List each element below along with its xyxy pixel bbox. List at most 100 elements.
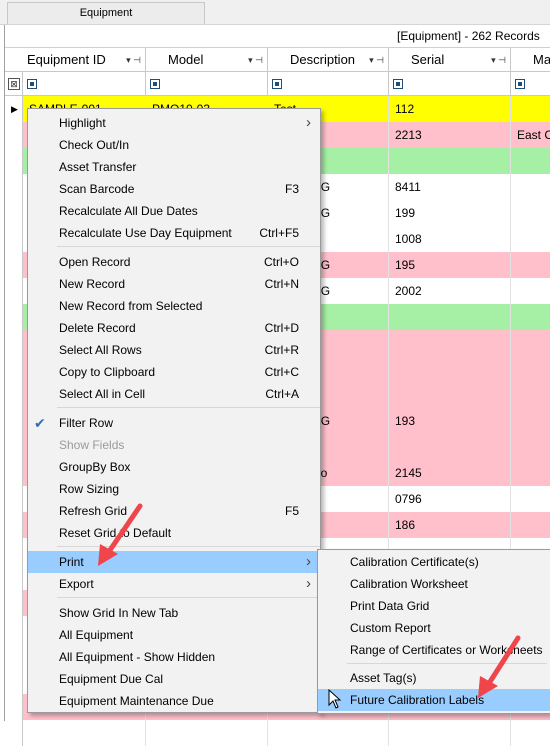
menu-item-check-out-in[interactable]: Check Out/In: [28, 134, 320, 156]
row-selector[interactable]: [5, 252, 23, 278]
row-selector[interactable]: [5, 200, 23, 226]
filter-cell[interactable]: [389, 72, 511, 96]
filter-icon[interactable]: [272, 79, 282, 89]
table-cell-manu[interactable]: [511, 460, 550, 486]
column-header-description[interactable]: Description ▾ ⊣: [268, 48, 389, 72]
table-cell-model[interactable]: [146, 720, 268, 746]
row-selector[interactable]: [5, 148, 23, 174]
menu-item-select-all-in-cell[interactable]: Select All in Cell Ctrl+A: [28, 383, 320, 405]
menu-item-export[interactable]: Export ›: [28, 573, 320, 595]
menu-item-all-equipment-show-hidden[interactable]: All Equipment - Show Hidden: [28, 646, 320, 668]
table-cell-manu[interactable]: [511, 200, 550, 226]
row-selector[interactable]: [5, 538, 23, 564]
row-selector[interactable]: [5, 460, 23, 486]
filter-cell[interactable]: [146, 72, 268, 96]
table-cell-serial[interactable]: [389, 356, 511, 382]
table-cell-serial[interactable]: 0796: [389, 486, 511, 512]
table-cell-manu[interactable]: [511, 330, 550, 356]
menu-item-groupby-box[interactable]: GroupBy Box: [28, 456, 320, 478]
row-selector[interactable]: [5, 642, 23, 668]
filter-icon[interactable]: [393, 79, 403, 89]
row-selector[interactable]: [5, 122, 23, 148]
row-selector[interactable]: [5, 512, 23, 538]
table-cell-manu[interactable]: East C: [511, 122, 550, 148]
table-cell-serial[interactable]: 186: [389, 512, 511, 538]
menu-item-filter-row[interactable]: ✔ Filter Row: [28, 412, 320, 434]
column-header-serial[interactable]: Serial ▾ ⊣: [389, 48, 511, 72]
pin-icon[interactable]: ▾ ⊣: [248, 48, 263, 72]
filter-icon[interactable]: [150, 79, 160, 89]
table-cell-serial[interactable]: 195: [389, 252, 511, 278]
row-selector[interactable]: [5, 382, 23, 408]
filter-icon[interactable]: [27, 79, 37, 89]
table-cell-manu[interactable]: [511, 304, 550, 330]
clear-filter-icon[interactable]: ⊠: [8, 78, 20, 90]
menu-item-reset-grid-to-default[interactable]: Reset Grid to Default: [28, 522, 320, 544]
row-selector[interactable]: [5, 356, 23, 382]
menu-item-new-record[interactable]: New Record Ctrl+N: [28, 273, 320, 295]
table-cell-serial[interactable]: [389, 304, 511, 330]
row-selector[interactable]: [5, 304, 23, 330]
table-cell-manu[interactable]: [511, 720, 550, 746]
table-cell-manu[interactable]: [511, 148, 550, 174]
row-selector[interactable]: [5, 590, 23, 616]
pin-icon[interactable]: ▾ ⊣: [491, 48, 506, 72]
table-cell-serial[interactable]: 199: [389, 200, 511, 226]
row-selector[interactable]: [5, 174, 23, 200]
table-cell-manu[interactable]: [511, 174, 550, 200]
table-cell-serial[interactable]: 193: [389, 408, 511, 434]
table-cell-manu[interactable]: [511, 408, 550, 434]
submenu-item-calibration-certificate-s[interactable]: Calibration Certificate(s): [318, 551, 550, 573]
pin-icon[interactable]: ▾ ⊣: [369, 48, 384, 72]
row-selector[interactable]: ▶: [5, 96, 23, 122]
filter-icon[interactable]: [515, 79, 525, 89]
row-selector[interactable]: [5, 668, 23, 694]
menu-item-scan-barcode[interactable]: Scan Barcode F3: [28, 178, 320, 200]
row-selector[interactable]: [5, 278, 23, 304]
table-cell-serial[interactable]: 2002: [389, 278, 511, 304]
table-cell-manu[interactable]: [511, 226, 550, 252]
column-header-equipment-id[interactable]: Equipment ID ▾ ⊣: [5, 48, 146, 72]
tab-equipment[interactable]: Equipment: [7, 2, 205, 24]
table-cell-serial[interactable]: 2145: [389, 460, 511, 486]
table-cell-serial[interactable]: 2213: [389, 122, 511, 148]
row-selector[interactable]: [5, 486, 23, 512]
menu-item-delete-record[interactable]: Delete Record Ctrl+D: [28, 317, 320, 339]
filter-cell[interactable]: [23, 72, 146, 96]
menu-item-highlight[interactable]: Highlight ›: [28, 112, 320, 134]
menu-item-copy-to-clipboard[interactable]: Copy to Clipboard Ctrl+C: [28, 361, 320, 383]
column-header-manufacturer[interactable]: Manu: [511, 48, 550, 72]
table-cell-manu[interactable]: [511, 356, 550, 382]
table-cell-serial[interactable]: [389, 330, 511, 356]
table-cell-serial[interactable]: [389, 148, 511, 174]
table-cell-manu[interactable]: [511, 382, 550, 408]
table-cell-manu[interactable]: [511, 434, 550, 460]
row-selector[interactable]: [5, 434, 23, 460]
menu-item-all-equipment[interactable]: All Equipment: [28, 624, 320, 646]
table-cell-serial[interactable]: [389, 720, 511, 746]
menu-item-recalculate-use-day-equipment[interactable]: Recalculate Use Day Equipment Ctrl+F5: [28, 222, 320, 244]
table-cell-serial[interactable]: [389, 382, 511, 408]
menu-item-row-sizing[interactable]: Row Sizing: [28, 478, 320, 500]
table-row[interactable]: [5, 720, 550, 746]
pin-icon[interactable]: ▾ ⊣: [126, 48, 141, 72]
row-selector[interactable]: [5, 226, 23, 252]
clear-filter-corner[interactable]: ⊠: [5, 72, 23, 96]
column-header-model[interactable]: Model ▾ ⊣: [146, 48, 268, 72]
table-cell-serial[interactable]: 1008: [389, 226, 511, 252]
menu-item-asset-transfer[interactable]: Asset Transfer: [28, 156, 320, 178]
row-selector[interactable]: [5, 330, 23, 356]
submenu-item-calibration-worksheet[interactable]: Calibration Worksheet: [318, 573, 550, 595]
table-cell-id[interactable]: [23, 720, 146, 746]
table-cell-serial[interactable]: [389, 434, 511, 460]
table-cell-manu[interactable]: [511, 252, 550, 278]
row-selector[interactable]: [5, 564, 23, 590]
table-cell-serial[interactable]: 8411: [389, 174, 511, 200]
table-cell-manu[interactable]: [511, 486, 550, 512]
menu-item-show-grid-in-new-tab[interactable]: Show Grid In New Tab: [28, 602, 320, 624]
submenu-item-print-data-grid[interactable]: Print Data Grid: [318, 595, 550, 617]
menu-item-equipment-maintenance-due[interactable]: Equipment Maintenance Due: [28, 690, 320, 712]
filter-cell[interactable]: [511, 72, 550, 96]
filter-cell[interactable]: [268, 72, 389, 96]
menu-item-equipment-due-cal[interactable]: Equipment Due Cal: [28, 668, 320, 690]
